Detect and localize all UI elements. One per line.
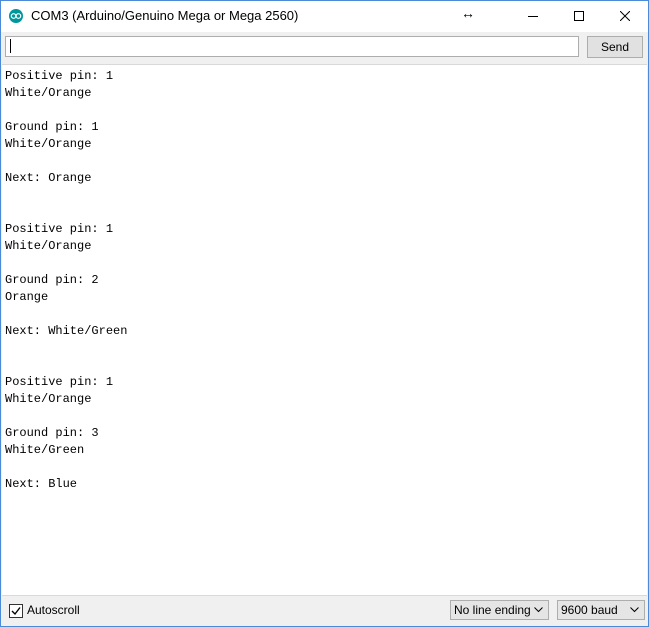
output-line <box>5 102 127 119</box>
output-line: White/Orange <box>5 86 92 100</box>
send-row: Send <box>1 32 648 63</box>
serial-monitor-window: COM3 (Arduino/Genuino Mega or Mega 2560)… <box>0 0 649 627</box>
output-line <box>5 340 127 357</box>
output-line: White/Orange <box>5 239 92 253</box>
output-line: Positive pin: 1 <box>5 69 114 83</box>
window-title: COM3 (Arduino/Genuino Mega or Mega 2560) <box>31 8 299 23</box>
minimize-button[interactable] <box>510 1 556 32</box>
output-line <box>5 255 127 272</box>
output-line <box>5 357 127 374</box>
close-icon <box>620 11 630 21</box>
output-line: White/Orange <box>5 392 92 406</box>
autoscroll-label: Autoscroll <box>27 603 80 617</box>
output-line: Next: Orange <box>5 171 92 185</box>
title-bar[interactable]: COM3 (Arduino/Genuino Mega or Mega 2560)… <box>1 1 648 32</box>
output-lines: Positive pin: 1 White/Orange Ground pin: 1… <box>5 68 127 493</box>
autoscroll-checkbox[interactable] <box>9 604 23 618</box>
serial-input[interactable] <box>5 36 579 57</box>
checkmark-icon <box>11 607 21 616</box>
output-line <box>5 204 127 221</box>
line-ending-value: No line ending <box>454 603 531 617</box>
resize-cursor-icon: ↔ <box>461 5 475 21</box>
baud-rate-value: 9600 baud <box>561 603 618 617</box>
output-line <box>5 187 127 204</box>
chevron-down-icon <box>630 607 639 613</box>
maximize-button[interactable] <box>556 1 602 32</box>
minimize-icon <box>528 16 538 17</box>
maximize-icon <box>574 11 584 21</box>
output-line: Ground pin: 3 <box>5 426 99 440</box>
chevron-down-icon <box>534 607 543 613</box>
line-ending-select[interactable]: No line ending <box>450 600 549 620</box>
output-line <box>5 306 127 323</box>
output-line: Next: White/Green <box>5 324 128 338</box>
output-line: Next: Blue <box>5 477 78 491</box>
baud-rate-select[interactable]: 9600 baud <box>557 600 645 620</box>
output-line <box>5 459 127 476</box>
send-button[interactable]: Send <box>587 36 643 58</box>
output-line <box>5 408 127 425</box>
serial-output[interactable]: Positive pin: 1 White/Orange Ground pin: 1… <box>2 64 647 596</box>
output-line: White/Green <box>5 443 85 457</box>
output-line: White/Orange <box>5 137 92 151</box>
output-line: Positive pin: 1 <box>5 375 114 389</box>
close-button[interactable] <box>602 1 648 32</box>
output-line: Orange <box>5 290 49 304</box>
text-caret <box>10 39 11 53</box>
output-line: Ground pin: 1 <box>5 120 99 134</box>
output-line <box>5 153 127 170</box>
arduino-logo-icon <box>9 9 23 23</box>
output-line: Ground pin: 2 <box>5 273 99 287</box>
bottom-bar: Autoscroll No line ending 9600 baud <box>1 596 648 626</box>
output-line: Positive pin: 1 <box>5 222 114 236</box>
